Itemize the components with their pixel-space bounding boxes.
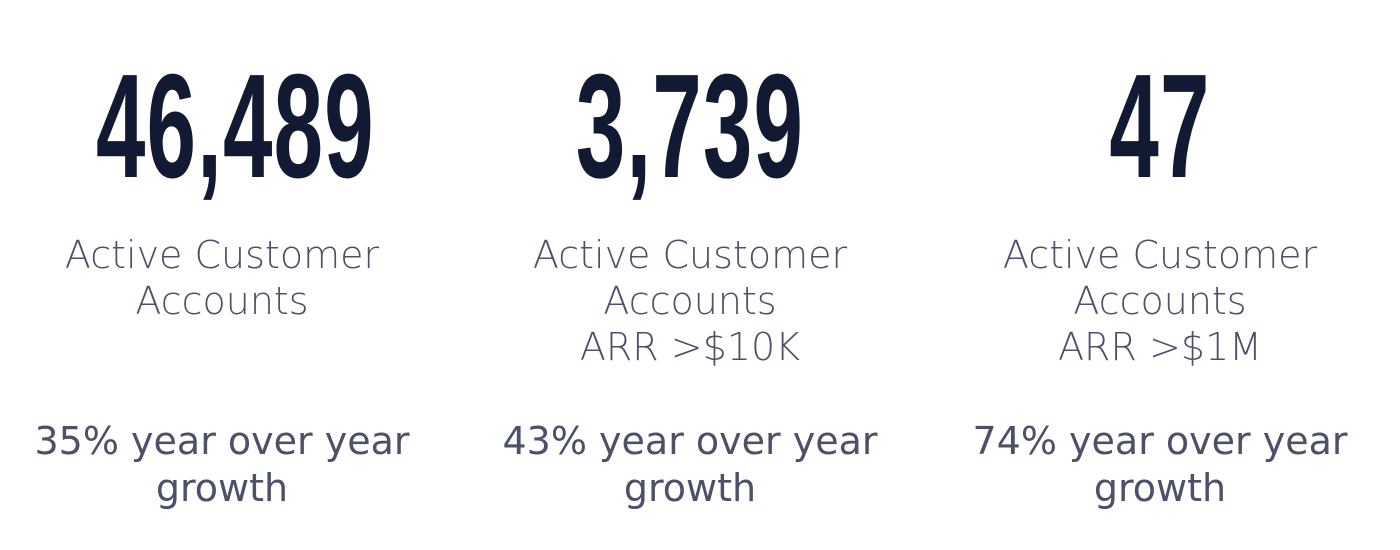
stat-label: Active Customer Accounts bbox=[12, 232, 432, 324]
stat-growth: 35% year over year growth bbox=[12, 418, 432, 512]
stat-growth: 74% year over year growth bbox=[950, 418, 1370, 512]
stat-card-accounts-arr-10k: 3,739 Active Customer Accounts ARR >$10K… bbox=[480, 0, 900, 550]
stat-growth-line: 43% year over year bbox=[502, 419, 878, 463]
stat-value: 46,489 bbox=[95, 44, 375, 209]
stat-label-line: Active Customer bbox=[64, 233, 380, 277]
stat-label-line: ARR >$10K bbox=[579, 325, 801, 369]
stat-growth-line: 74% year over year bbox=[972, 419, 1348, 463]
stats-row: 46,489 Active Customer Accounts 35% year… bbox=[0, 0, 1400, 550]
stat-growth-line: 35% year over year bbox=[34, 419, 410, 463]
stat-value: 3,739 bbox=[575, 44, 805, 209]
stat-label-line: Accounts bbox=[135, 279, 309, 323]
stat-label-line: Active Customer bbox=[1002, 233, 1318, 277]
stat-card-active-accounts: 46,489 Active Customer Accounts 35% year… bbox=[12, 0, 432, 550]
stat-growth: 43% year over year growth bbox=[480, 418, 900, 512]
stat-growth-line: growth bbox=[155, 466, 289, 510]
stat-growth-line: growth bbox=[1093, 466, 1227, 510]
stat-label-line: Active Customer bbox=[532, 233, 848, 277]
stat-value: 47 bbox=[1109, 44, 1211, 209]
stat-growth-line: growth bbox=[623, 466, 757, 510]
stat-label-line: Accounts bbox=[603, 279, 777, 323]
stat-label-line: ARR >$1M bbox=[1058, 325, 1262, 369]
stat-card-accounts-arr-1m: 47 Active Customer Accounts ARR >$1M 74%… bbox=[950, 0, 1370, 550]
stat-label-line: Accounts bbox=[1073, 279, 1247, 323]
stat-label: Active Customer Accounts ARR >$10K bbox=[480, 232, 900, 370]
stat-label: Active Customer Accounts ARR >$1M bbox=[950, 232, 1370, 370]
